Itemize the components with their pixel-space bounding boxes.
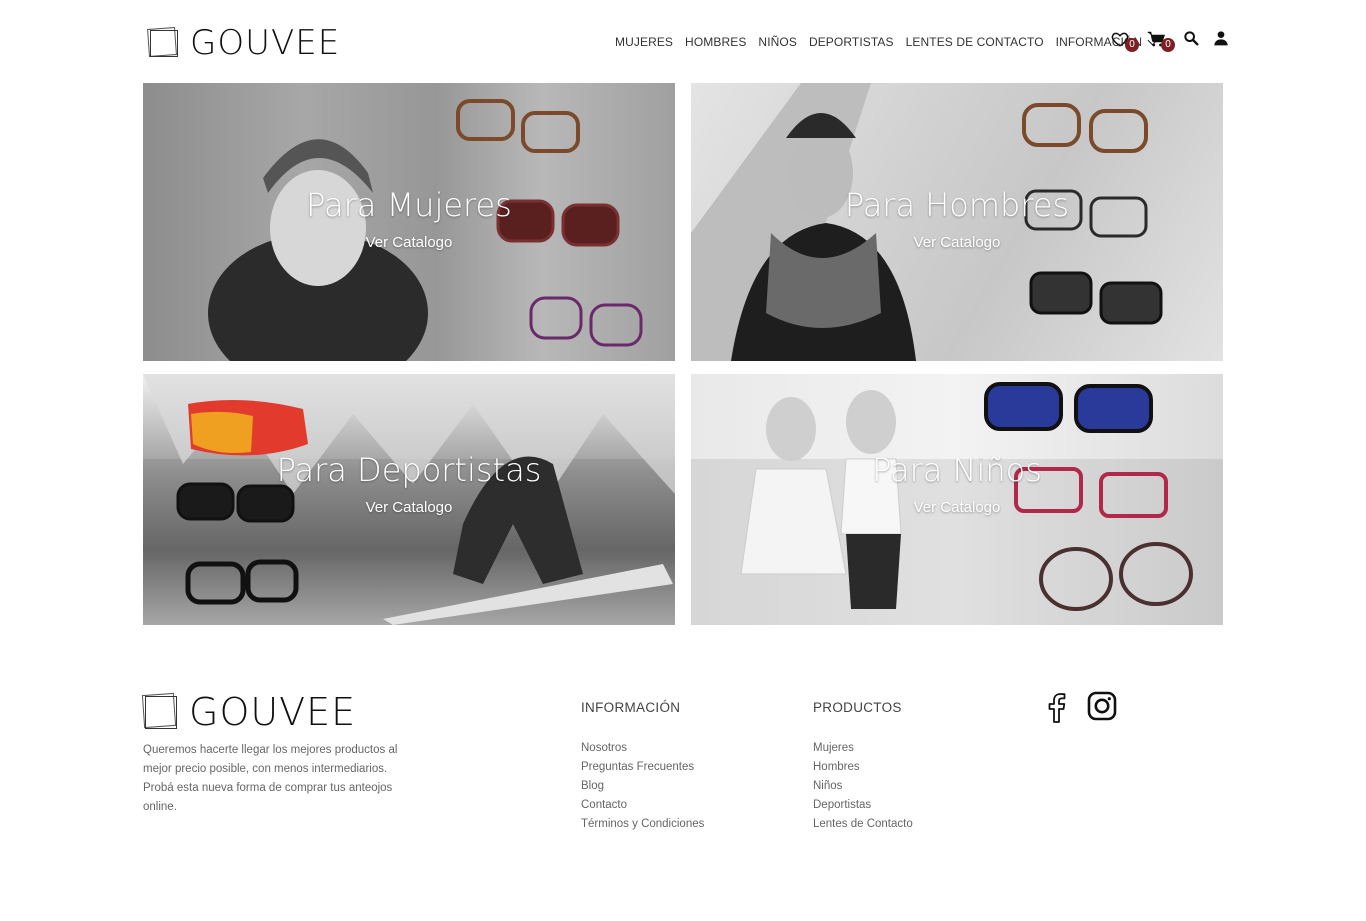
user-icon <box>1214 31 1228 46</box>
banner-mujeres[interactable]: Para Mujeres Ver Catalogo <box>143 83 675 361</box>
footer-about-text: Queremos hacerte llegar los mejores prod… <box>143 744 398 813</box>
footer-link-mujeres[interactable]: Mujeres <box>813 739 913 758</box>
main-nav: MUJERES HOMBRES NIÑOS DEPORTISTAS LENTES… <box>615 35 1168 49</box>
nav-item-ninos[interactable]: NIÑOS <box>758 35 797 49</box>
brand-name: GOUVEE <box>190 23 341 63</box>
logo-mark-icon <box>147 27 180 58</box>
banner-title: Para Niños <box>872 451 1042 489</box>
footer-info-heading: INFORMACIÓN <box>581 700 681 715</box>
footer-link-deportistas[interactable]: Deportistas <box>813 796 913 815</box>
facebook-icon <box>1048 693 1066 723</box>
footer-link-ninos[interactable]: Niños <box>813 777 913 796</box>
footer-link-contacto[interactable]: Contacto <box>581 796 704 815</box>
banner-title: Para Mujeres <box>306 186 512 224</box>
wishlist-count-badge: 0 <box>1125 38 1139 52</box>
nav-item-hombres[interactable]: HOMBRES <box>685 35 746 49</box>
account-button[interactable] <box>1213 30 1233 50</box>
nav-item-deportistas[interactable]: DEPORTISTAS <box>809 35 894 49</box>
footer-brand-name: GOUVEE <box>189 690 357 734</box>
banner-caption: Para Mujeres Ver Catalogo <box>143 186 675 251</box>
banner-cta[interactable]: Ver Catalogo <box>143 234 675 251</box>
logo-mark-icon <box>141 692 179 730</box>
footer-link-lentes-de-contacto[interactable]: Lentes de Contacto <box>813 815 913 834</box>
nav-item-lentes-de-contacto[interactable]: LENTES DE CONTACTO <box>906 35 1044 49</box>
footer-link-blog[interactable]: Blog <box>581 777 704 796</box>
cart-count-badge: 0 <box>1161 38 1175 52</box>
footer-link-preguntas-frecuentes[interactable]: Preguntas Frecuentes <box>581 758 704 777</box>
nav-item-mujeres[interactable]: MUJERES <box>615 35 673 49</box>
site-header: GOUVEE MUJERES HOMBRES NIÑOS DEPORTISTAS… <box>0 0 1366 83</box>
banner-caption: Para Hombres Ver Catalogo <box>691 186 1223 251</box>
wishlist-button[interactable]: 0 <box>1111 30 1139 52</box>
banner-caption: Para Niños Ver Catalogo <box>691 451 1223 516</box>
instagram-link[interactable] <box>1087 691 1117 723</box>
footer-info-column: INFORMACIÓN Nosotros Preguntas Frecuente… <box>581 700 704 834</box>
search-icon <box>1184 31 1199 46</box>
header-icons: 0 0 <box>1111 30 1243 52</box>
banner-title: Para Hombres <box>844 186 1070 224</box>
banner-ninos[interactable]: Para Niños Ver Catalogo <box>691 374 1223 625</box>
banner-title: Para Deportistas <box>276 451 542 489</box>
banner-cta[interactable]: Ver Catalogo <box>143 499 675 516</box>
brand-logo[interactable]: GOUVEE <box>147 23 341 63</box>
footer-products-heading: PRODUCTOS <box>813 700 902 715</box>
banner-cta[interactable]: Ver Catalogo <box>691 499 1223 516</box>
banner-hombres[interactable]: Para Hombres Ver Catalogo <box>691 83 1223 361</box>
social-links <box>1043 691 1131 723</box>
search-button[interactable] <box>1183 30 1203 50</box>
footer-link-nosotros[interactable]: Nosotros <box>581 739 704 758</box>
instagram-icon <box>1087 691 1117 721</box>
footer-link-terminos[interactable]: Términos y Condiciones <box>581 815 704 834</box>
cart-button[interactable]: 0 <box>1147 30 1175 52</box>
banner-caption: Para Deportistas Ver Catalogo <box>143 451 675 516</box>
footer-link-hombres[interactable]: Hombres <box>813 758 913 777</box>
footer-products-column: PRODUCTOS Mujeres Hombres Niños Deportis… <box>813 700 913 834</box>
facebook-link[interactable] <box>1043 691 1071 723</box>
footer-logo[interactable]: GOUVEE <box>141 690 357 734</box>
banner-cta[interactable]: Ver Catalogo <box>691 234 1223 251</box>
banner-deportistas[interactable]: Para Deportistas Ver Catalogo <box>143 374 675 625</box>
